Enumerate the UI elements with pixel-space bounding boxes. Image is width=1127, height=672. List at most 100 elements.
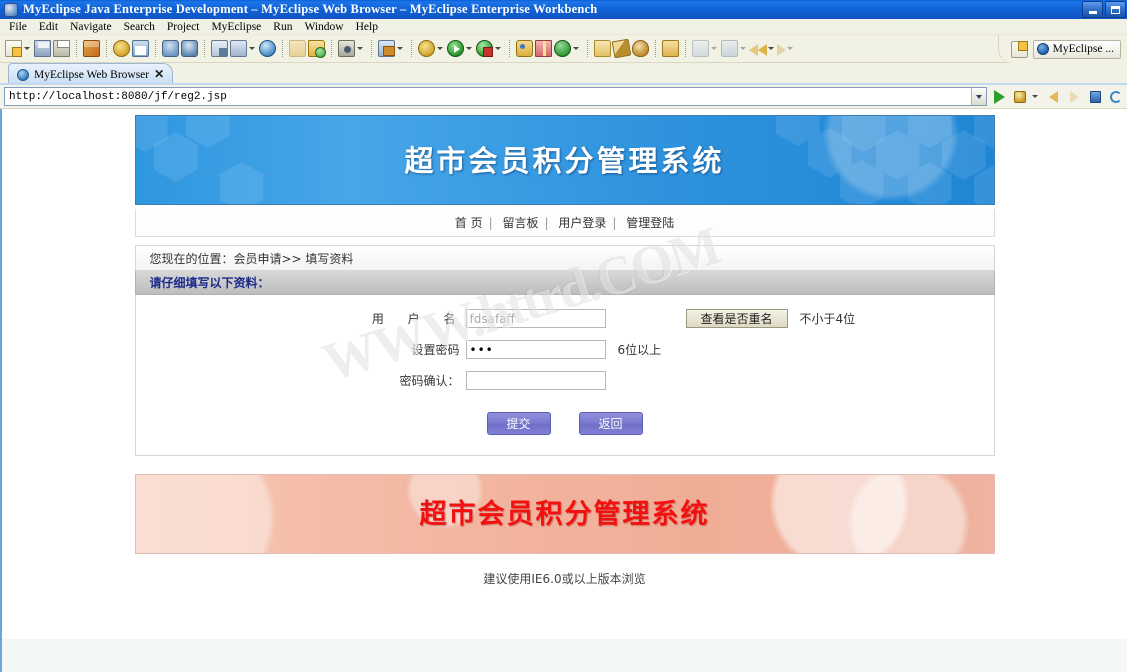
debug-dropdown-arrow-icon[interactable] bbox=[495, 47, 501, 50]
new-document-icon[interactable] bbox=[5, 40, 22, 57]
check-duplicate-button[interactable]: 查看是否重名 bbox=[685, 309, 788, 328]
jar-dropdown-arrow-icon[interactable] bbox=[397, 47, 403, 50]
external-tools-dropdown-arrow-icon[interactable] bbox=[437, 47, 443, 50]
toolbar-group-file bbox=[4, 40, 71, 57]
folder-new-icon[interactable] bbox=[308, 40, 326, 58]
search-star-icon[interactable] bbox=[721, 40, 738, 57]
g-plus-dropdown-arrow-icon[interactable] bbox=[573, 47, 579, 50]
toolbar-separator bbox=[204, 40, 205, 57]
back-button[interactable] bbox=[1044, 87, 1062, 106]
toolbar-group-capture bbox=[337, 40, 366, 57]
pen-icon[interactable] bbox=[611, 38, 632, 59]
menu-item-project[interactable]: Project bbox=[161, 21, 206, 33]
stop-icon bbox=[1014, 90, 1026, 103]
jar-icon[interactable] bbox=[378, 40, 395, 57]
toolbar-separator bbox=[371, 40, 372, 57]
refresh-button[interactable] bbox=[1107, 87, 1125, 106]
debug-bug-icon[interactable] bbox=[113, 40, 130, 57]
folder-icon[interactable] bbox=[289, 40, 306, 57]
home-button[interactable] bbox=[1086, 87, 1104, 106]
package-icon[interactable] bbox=[83, 40, 100, 57]
run-server-dropdown-arrow-icon[interactable] bbox=[249, 47, 255, 50]
run-icon[interactable] bbox=[447, 40, 464, 57]
person-a-icon[interactable] bbox=[162, 40, 179, 57]
nav-item-guestbook[interactable]: 留言板 bbox=[496, 216, 544, 230]
deploy-icon[interactable] bbox=[211, 40, 228, 57]
bean-icon[interactable] bbox=[632, 40, 649, 57]
url-input[interactable] bbox=[5, 88, 971, 105]
camera-icon[interactable] bbox=[338, 40, 355, 57]
menu-item-window[interactable]: Window bbox=[298, 21, 349, 33]
forward-arrow-icon[interactable] bbox=[777, 44, 786, 56]
forward-dropdown-arrow-icon[interactable] bbox=[787, 47, 793, 50]
go-button[interactable] bbox=[990, 87, 1008, 106]
menu-item-edit[interactable]: Edit bbox=[33, 21, 64, 33]
toolbar-group-build bbox=[82, 40, 101, 57]
registration-form: WWW.httrd.COM 用 户 名 查看是否重名 不小于4位 设置密码 6位… bbox=[134, 215, 995, 456]
menu-item-help[interactable]: Help bbox=[350, 21, 384, 33]
toolbar-group-persons bbox=[161, 40, 199, 57]
editor-tab-strip: MyEclipse Web Browser ✕ bbox=[0, 63, 1127, 85]
username-input[interactable] bbox=[465, 309, 606, 328]
tab-myeclipse-web-browser[interactable]: MyEclipse Web Browser ✕ bbox=[8, 63, 174, 85]
back-dropdown-arrow-icon[interactable] bbox=[768, 47, 774, 50]
debug-icon[interactable] bbox=[476, 40, 493, 57]
nav-item-user-login[interactable]: 用户登录 bbox=[552, 216, 612, 230]
menu-item-search[interactable]: Search bbox=[118, 21, 161, 33]
submit-button[interactable]: 提交 bbox=[486, 412, 551, 435]
perspective-tab-myeclipse[interactable]: MyEclipse ... bbox=[1032, 39, 1121, 59]
open-type-icon[interactable] bbox=[594, 40, 611, 57]
maximize-button[interactable] bbox=[1105, 1, 1126, 18]
page-title: 超市会员积分管理系统 bbox=[404, 144, 725, 178]
back-star-icon[interactable] bbox=[749, 44, 758, 56]
run-server-icon[interactable] bbox=[230, 40, 247, 57]
section-title: 请仔细填写以下资料： bbox=[134, 271, 995, 295]
g-plus-icon[interactable] bbox=[554, 40, 571, 57]
stop-button[interactable] bbox=[1011, 87, 1029, 106]
nav-item-admin-login[interactable]: 管理登陆 bbox=[620, 216, 680, 230]
forward-icon bbox=[1069, 90, 1079, 103]
toolbar-separator bbox=[411, 40, 412, 57]
browser-address-bar bbox=[0, 85, 1127, 109]
person-b-icon[interactable] bbox=[181, 40, 198, 57]
username-hint: 不小于4位 bbox=[799, 312, 856, 326]
menu-item-run[interactable]: Run bbox=[267, 21, 298, 33]
confirm-password-input[interactable] bbox=[465, 371, 606, 390]
toolbar-separator bbox=[509, 40, 510, 57]
site-footer-banner: 超市会员积分管理系统 bbox=[134, 474, 995, 554]
nav-item-home[interactable]: 首 页 bbox=[449, 216, 489, 230]
import-icon[interactable] bbox=[662, 40, 679, 57]
run-dropdown-arrow-icon[interactable] bbox=[466, 47, 472, 50]
export-icon[interactable] bbox=[692, 40, 709, 57]
perspective-label: MyEclipse ... bbox=[1052, 43, 1114, 55]
palette-icon[interactable] bbox=[516, 40, 533, 57]
menu-item-myeclipse[interactable]: MyEclipse bbox=[205, 21, 267, 33]
external-tools-icon[interactable] bbox=[418, 40, 435, 57]
stop-dropdown-arrow-icon[interactable] bbox=[1032, 95, 1038, 98]
search-dropdown-arrow-icon[interactable] bbox=[740, 47, 746, 50]
menu-item-navigate[interactable]: Navigate bbox=[64, 21, 118, 33]
save-icon[interactable] bbox=[34, 40, 51, 57]
password-input[interactable] bbox=[465, 340, 606, 359]
back-button[interactable]: 返回 bbox=[578, 412, 643, 435]
calendar-icon[interactable] bbox=[132, 40, 149, 57]
new-perspective-icon[interactable] bbox=[1010, 40, 1028, 58]
toolbar-separator bbox=[655, 40, 656, 57]
close-icon[interactable]: ✕ bbox=[154, 67, 164, 82]
nav-separator: | bbox=[488, 216, 493, 230]
export-dropdown-arrow-icon[interactable] bbox=[711, 47, 717, 50]
toolbar-separator bbox=[155, 40, 156, 57]
globe-icon[interactable] bbox=[259, 40, 276, 57]
new-dropdown-arrow-icon[interactable] bbox=[24, 47, 30, 50]
toolbar-group-debugtools bbox=[112, 40, 150, 57]
url-history-dropdown[interactable] bbox=[971, 88, 986, 105]
window-title-bar: MyEclipse Java Enterprise Development – … bbox=[0, 0, 1127, 19]
gift-icon[interactable] bbox=[535, 40, 552, 57]
password-label: 设置密码 bbox=[411, 343, 460, 357]
menu-item-file[interactable]: File bbox=[3, 21, 33, 33]
camera-dropdown-arrow-icon[interactable] bbox=[357, 47, 363, 50]
back-arrow-icon[interactable] bbox=[758, 44, 767, 56]
minimize-button[interactable] bbox=[1082, 1, 1103, 18]
print-icon[interactable] bbox=[53, 40, 70, 57]
forward-button[interactable] bbox=[1065, 87, 1083, 106]
